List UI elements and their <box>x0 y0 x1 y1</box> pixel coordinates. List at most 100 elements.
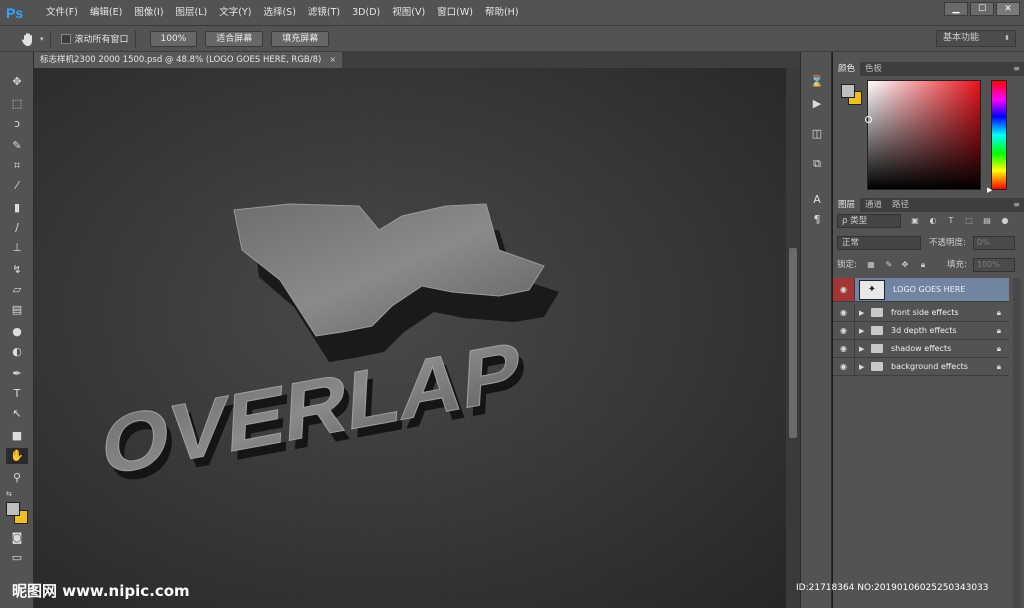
hand-tool-icon[interactable]: ✋ <box>6 448 28 464</box>
workspace-select[interactable]: 基本功能 ⬍ <box>936 30 1016 47</box>
panel-menu-icon[interactable]: ≡ <box>1013 198 1020 212</box>
swap-colors-icon[interactable]: ⇆ <box>6 490 12 498</box>
fill-screen-button[interactable]: 填充屏幕 <box>271 30 330 47</box>
paragraph-panel-icon[interactable]: ¶ <box>809 212 825 228</box>
history-brush-tool-icon[interactable]: ↯ <box>9 262 25 278</box>
zoom-100-button[interactable]: 100% <box>149 30 198 47</box>
visibility-eye-icon[interactable]: ◉ <box>833 340 855 357</box>
maximize-button[interactable]: ☐ <box>970 2 994 16</box>
tab-layers[interactable]: 图层 <box>833 198 861 212</box>
color-picker-field[interactable] <box>867 80 981 190</box>
adjustments-panel-icon[interactable]: ◫ <box>809 126 825 142</box>
color-picker-cursor[interactable] <box>865 116 872 123</box>
quick-select-tool-icon[interactable]: ✎ <box>9 138 25 154</box>
layer-name: LOGO GOES HERE <box>893 285 966 294</box>
lasso-tool-icon[interactable]: ↄ <box>9 116 25 132</box>
menu-filter[interactable]: 滤镜(T) <box>302 0 346 26</box>
menu-help[interactable]: 帮助(H) <box>479 0 525 26</box>
filter-pixel-icon[interactable]: ▣ <box>909 214 921 228</box>
visibility-eye-icon[interactable]: ◉ <box>833 358 855 375</box>
layer-row[interactable]: ◉ ▶ background effects 🔒︎ <box>833 358 1009 376</box>
menu-file[interactable]: 文件(F) <box>40 0 84 26</box>
visibility-eye-icon[interactable]: ◉ <box>833 304 855 321</box>
expand-arrow-icon[interactable]: ▶ <box>859 363 869 371</box>
fit-screen-button[interactable]: 适合屏幕 <box>205 30 264 47</box>
hand-tool-icon[interactable] <box>20 31 36 47</box>
visibility-eye-icon[interactable]: ◉ <box>833 322 855 339</box>
expand-arrow-icon[interactable]: ▶ <box>859 309 869 317</box>
actions-panel-icon[interactable]: ▶ <box>809 96 825 112</box>
healing-brush-tool-icon[interactable]: ▮ <box>9 200 25 216</box>
filter-adjustment-icon[interactable]: ◐ <box>927 214 939 228</box>
clone-stamp-tool-icon[interactable]: ⊥ <box>9 240 25 256</box>
lock-transparency-icon[interactable]: ▦ <box>865 258 877 272</box>
fill-input[interactable]: 100% <box>973 258 1015 272</box>
hue-slider[interactable] <box>991 80 1007 190</box>
filter-smart-object-icon[interactable]: ▤ <box>981 214 993 228</box>
menu-window[interactable]: 窗口(W) <box>431 0 479 26</box>
layer-filter-select[interactable]: ρ 类型 <box>837 214 901 228</box>
menu-3d[interactable]: 3D(D) <box>346 0 386 26</box>
screen-mode-icon[interactable]: ▭ <box>9 550 25 566</box>
move-tool-icon[interactable]: ✥ <box>9 74 25 90</box>
history-panel-icon[interactable]: ⌛ <box>809 74 825 90</box>
menu-layer[interactable]: 图层(L) <box>170 0 214 26</box>
menu-edit[interactable]: 编辑(E) <box>84 0 128 26</box>
lock-all-icon[interactable]: 🔒︎ <box>917 258 929 272</box>
type-tool-icon[interactable]: T <box>9 386 25 402</box>
zoom-tool-icon[interactable]: ⚲ <box>9 470 25 486</box>
eyedropper-tool-icon[interactable]: ⁄ <box>9 178 25 194</box>
gradient-tool-icon[interactable]: ▤ <box>9 302 25 318</box>
filter-toggle-icon[interactable]: ● <box>999 214 1011 228</box>
color-panel-foreground[interactable] <box>841 84 855 98</box>
lock-pixels-icon[interactable]: ✎ <box>883 258 895 272</box>
document-canvas[interactable]: OVERLAP OVERLAP <box>34 68 786 608</box>
expand-arrow-icon[interactable]: ▶ <box>859 327 869 335</box>
brush-tool-icon[interactable]: ∕ <box>9 220 25 236</box>
eraser-tool-icon[interactable]: ▱ <box>9 282 25 298</box>
menu-select[interactable]: 选择(S) <box>257 0 301 26</box>
document-tab[interactable]: 标志样机2300 2000 1500.psd @ 48.8% (LOGO GOE… <box>34 52 343 68</box>
folder-icon <box>871 308 883 317</box>
vertical-scrollbar[interactable] <box>786 68 800 608</box>
rectangle-tool-icon[interactable]: ■ <box>9 428 25 444</box>
close-tab-icon[interactable]: × <box>329 52 336 68</box>
scroll-all-windows-checkbox[interactable] <box>60 33 71 44</box>
layer-row[interactable]: ◉ ▶ front side effects 🔒︎ <box>833 304 1009 322</box>
crop-tool-icon[interactable]: ⌗ <box>9 158 25 174</box>
styles-panel-icon[interactable]: ⧉ <box>809 156 825 172</box>
lock-position-icon[interactable]: ✥ <box>899 258 911 272</box>
quick-mask-icon[interactable]: ◙ <box>9 530 25 546</box>
panel-menu-icon[interactable]: ≡ <box>1013 62 1020 76</box>
character-panel-icon[interactable]: A <box>809 192 825 208</box>
opacity-input[interactable]: 0% <box>973 236 1015 250</box>
minimize-button[interactable]: ▁ <box>944 2 968 16</box>
pen-tool-icon[interactable]: ✒ <box>9 366 25 382</box>
tab-color[interactable]: 颜色 <box>833 62 861 76</box>
filter-type-icon[interactable]: T <box>945 214 957 228</box>
expand-arrow-icon[interactable]: ▶ <box>859 345 869 353</box>
menu-type[interactable]: 文字(Y) <box>213 0 257 26</box>
foreground-color-swatch[interactable] <box>6 502 20 516</box>
visibility-eye-icon[interactable]: ◉ <box>833 278 855 301</box>
layer-row[interactable]: ◉ ✦ LOGO GOES HERE <box>833 278 1009 302</box>
path-select-tool-icon[interactable]: ↖ <box>9 406 25 422</box>
close-button[interactable]: ✕ <box>996 2 1020 16</box>
tab-channels[interactable]: 通道 <box>860 198 887 212</box>
hue-slider-marker-icon[interactable]: ▶ <box>987 186 992 194</box>
blur-tool-icon[interactable]: ● <box>9 324 25 340</box>
layer-row[interactable]: ◉ ▶ shadow effects 🔒︎ <box>833 340 1009 358</box>
menu-view[interactable]: 视图(V) <box>386 0 431 26</box>
blend-mode-select[interactable]: 正常 <box>837 236 921 250</box>
tab-swatches[interactable]: 色板 <box>860 62 887 76</box>
tab-paths[interactable]: 路径 <box>887 198 914 212</box>
menu-image[interactable]: 图像(I) <box>128 0 169 26</box>
layers-scrollbar[interactable] <box>1013 278 1021 608</box>
filter-shape-icon[interactable]: ⬚ <box>963 214 975 228</box>
dodge-tool-icon[interactable]: ◐ <box>9 344 25 360</box>
layer-row[interactable]: ◉ ▶ 3d depth effects 🔒︎ <box>833 322 1009 340</box>
marquee-tool-icon[interactable]: ⬚ <box>9 96 25 112</box>
chevron-down-icon[interactable]: ▾ <box>40 35 44 43</box>
lock-icon: 🔒︎ <box>996 325 1001 335</box>
scrollbar-thumb[interactable] <box>789 248 797 438</box>
